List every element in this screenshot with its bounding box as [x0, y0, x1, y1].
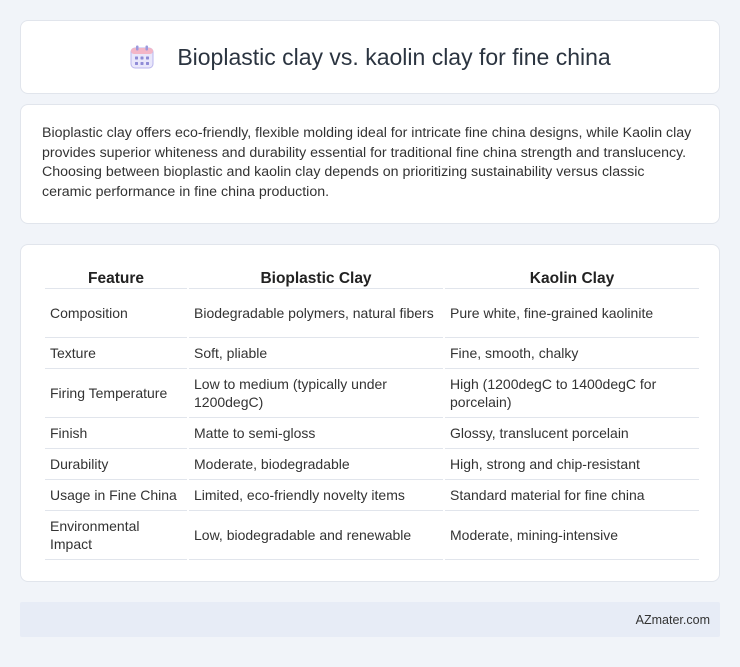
- kaolin-cell: Standard material for fine china: [445, 480, 699, 511]
- kaolin-cell: Glossy, translucent porcelain: [445, 418, 699, 449]
- bioplastic-cell: Low to medium (typically under 1200degC): [189, 369, 443, 418]
- title-card: Bioplastic clay vs. kaolin clay for fine…: [20, 20, 720, 94]
- bioplastic-cell: Soft, pliable: [189, 338, 443, 369]
- header-kaolin-clay: Kaolin Clay: [445, 265, 699, 289]
- bioplastic-cell: Matte to semi-gloss: [189, 418, 443, 449]
- table-row: Firing Temperature Low to medium (typica…: [45, 369, 699, 418]
- kaolin-cell: Fine, smooth, chalky: [445, 338, 699, 369]
- kaolin-cell: Pure white, fine-grained kaolinite: [445, 289, 699, 338]
- page-title: Bioplastic clay vs. kaolin clay for fine…: [177, 43, 611, 70]
- kaolin-cell: Moderate, mining-intensive: [445, 511, 699, 560]
- kaolin-cell: High (1200degC to 1400degC for porcelain…: [445, 369, 699, 418]
- bioplastic-cell: Biodegradable polymers, natural fibers: [189, 289, 443, 338]
- bioplastic-cell: Low, biodegradable and renewable: [189, 511, 443, 560]
- table-header-row: Feature Bioplastic Clay Kaolin Clay: [45, 265, 699, 289]
- summary-text: Bioplastic clay offers eco-friendly, fle…: [42, 125, 692, 200]
- table-row: Usage in Fine China Limited, eco-friendl…: [45, 480, 699, 511]
- header-feature: Feature: [45, 265, 187, 289]
- feature-cell: Texture: [45, 338, 187, 369]
- summary-card: Bioplastic clay offers eco-friendly, fle…: [20, 104, 720, 224]
- feature-cell: Environmental Impact: [45, 511, 187, 560]
- bioplastic-cell: Moderate, biodegradable: [189, 449, 443, 480]
- table-row: Durability Moderate, biodegradable High,…: [45, 449, 699, 480]
- header-bioplastic-clay: Bioplastic Clay: [189, 265, 443, 289]
- feature-cell: Usage in Fine China: [45, 480, 187, 511]
- table-row: Texture Soft, pliable Fine, smooth, chal…: [45, 338, 699, 369]
- footer-site-name[interactable]: AZmater.com: [636, 613, 710, 627]
- feature-cell: Finish: [45, 418, 187, 449]
- kaolin-cell: High, strong and chip-resistant: [445, 449, 699, 480]
- table-row: Finish Matte to semi-gloss Glossy, trans…: [45, 418, 699, 449]
- bioplastic-cell: Limited, eco-friendly novelty items: [189, 480, 443, 511]
- feature-cell: Durability: [45, 449, 187, 480]
- feature-cell: Composition: [45, 289, 187, 338]
- comparison-table: Feature Bioplastic Clay Kaolin Clay Comp…: [43, 265, 701, 560]
- calendar-icon: [129, 44, 155, 70]
- feature-cell: Firing Temperature: [45, 369, 187, 418]
- table-row: Composition Biodegradable polymers, natu…: [45, 289, 699, 338]
- comparison-table-card: Feature Bioplastic Clay Kaolin Clay Comp…: [20, 244, 720, 582]
- table-row: Environmental Impact Low, biodegradable …: [45, 511, 699, 560]
- footer-bar: AZmater.com: [20, 602, 720, 637]
